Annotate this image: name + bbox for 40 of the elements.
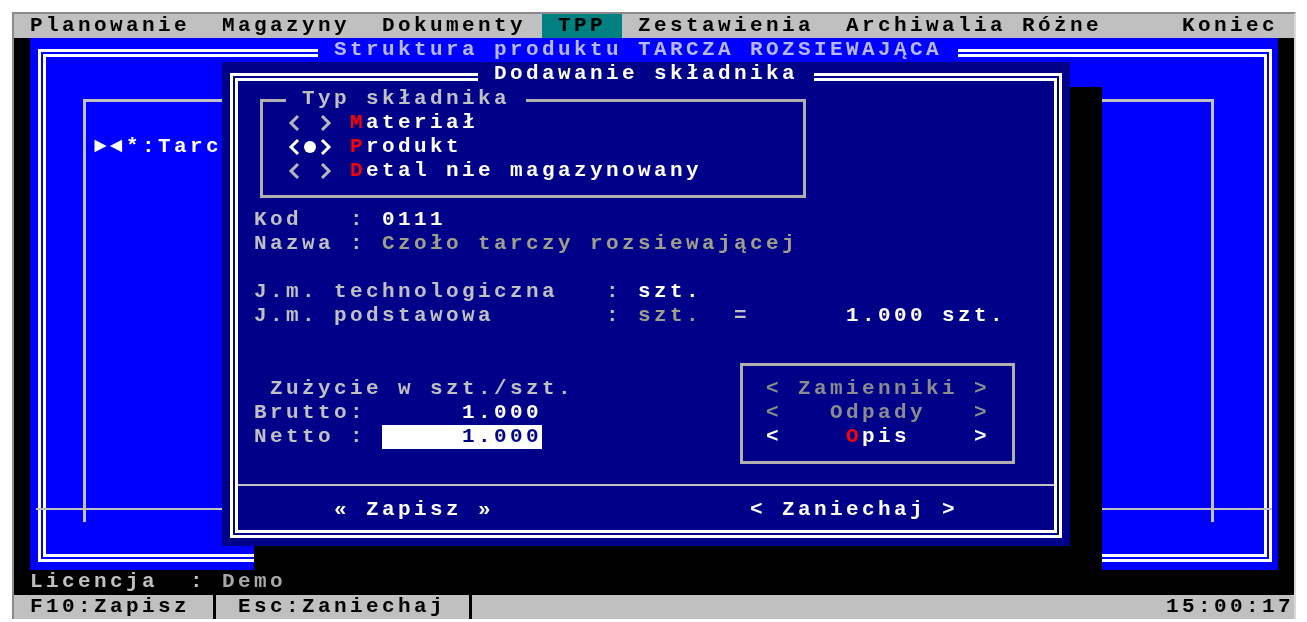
menu-item[interactable]: Zestawienia: [622, 14, 831, 39]
field-value: Czoło tarczy rozsiewającej: [382, 231, 799, 256]
shortcut-key[interactable]: F10:Zapisz: [30, 594, 191, 619]
license-value: Demo: [222, 570, 286, 595]
field-label: Brutto:: [254, 401, 366, 426]
radio-label[interactable]: M ateriał: [350, 110, 479, 135]
field-label: J.m. technologiczna: [254, 280, 559, 305]
colon: :: [606, 280, 622, 305]
group-title: Typ składnika: [286, 86, 527, 111]
field-value: 0111: [382, 207, 446, 232]
input-field[interactable]: 1.000: [382, 425, 542, 450]
input-field[interactable]: 1.000: [382, 401, 542, 426]
field-value: szt.: [638, 280, 702, 305]
menu-item[interactable]: Koniec: [1166, 14, 1294, 39]
dialog-button[interactable]: < Zaniechaj >: [750, 497, 959, 522]
colon: :: [350, 207, 366, 232]
field-label: Netto :: [254, 425, 366, 450]
menu-item[interactable]: Magazyny: [206, 14, 367, 39]
conversion-unit: szt.: [942, 304, 1006, 329]
dialog-button[interactable]: « Zapisz »: [334, 497, 495, 522]
menu-item[interactable]: Planowanie: [14, 14, 207, 39]
field-label: Nazwa: [254, 231, 334, 256]
tree-item[interactable]: ►◄*:Tarc: [94, 134, 223, 160]
equals-sign: =: [734, 304, 750, 329]
shortcut-key[interactable]: Esc:Zaniechaj: [238, 594, 447, 619]
option-button[interactable]: < O pis >: [766, 425, 990, 450]
colon: :: [606, 304, 622, 329]
radio-label[interactable]: P rodukt: [350, 134, 463, 160]
menu-item[interactable]: Dokumenty: [366, 14, 543, 39]
colon: :: [190, 570, 206, 595]
field-value: szt.: [638, 304, 702, 329]
radio-label[interactable]: D etal nie magazynowany: [350, 159, 703, 184]
field-label: Kod: [254, 207, 302, 232]
menu-item[interactable]: TPP: [542, 14, 622, 39]
usage-heading: Zużycie w szt./szt.: [270, 376, 575, 401]
clock: 15:00:17: [1166, 594, 1295, 619]
conversion-amount: 1.000: [846, 304, 926, 329]
license-label: Licencja: [30, 570, 159, 595]
colon: :: [350, 231, 366, 256]
field-label: J.m. podstawowa: [254, 304, 495, 329]
